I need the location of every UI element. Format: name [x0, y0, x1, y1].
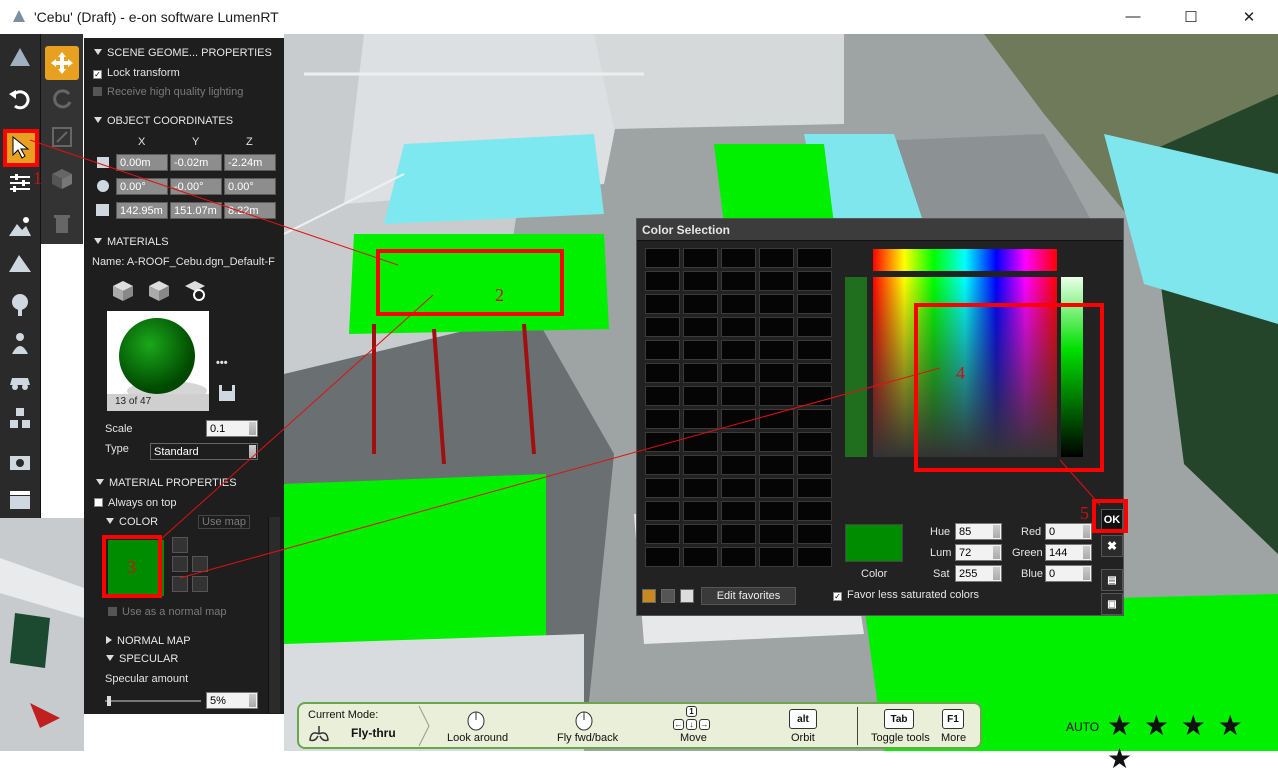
annotation-box-5 [1092, 499, 1128, 533]
auto-quality-label: AUTO [1066, 720, 1100, 734]
arrow-key-down: ↓ [686, 719, 697, 730]
annotation-number-5: 5 [1080, 503, 1089, 523]
toggle-tools-label: Toggle tools [871, 732, 930, 744]
move-label: Move [680, 732, 707, 744]
tab-key: Tab [884, 709, 914, 729]
current-mode-label: Current Mode: [308, 709, 379, 721]
quality-stars[interactable]: ★ ★ ★ ★ ★ [1107, 709, 1278, 775]
arrow-key-left: ← [673, 719, 684, 730]
lungs-icon [309, 726, 329, 742]
look-around-label: Look around [447, 732, 509, 744]
orbit-label: Orbit [791, 732, 815, 744]
fly-fwd-mouse-icon [575, 711, 593, 731]
current-mode[interactable]: Fly-thru [351, 726, 396, 740]
annotation-box-2 [376, 249, 564, 316]
f1-key: F1 [942, 709, 964, 729]
annotation-box-4 [914, 303, 1104, 472]
alt-key: alt [789, 709, 817, 729]
more-label[interactable]: More [941, 732, 966, 744]
nav-divider [857, 707, 858, 745]
annotation-number-3: 3 [127, 557, 136, 577]
annotation-number-1: 1 [33, 168, 42, 188]
arrow-key-right: → [699, 719, 710, 730]
annotation-box-1 [3, 129, 39, 167]
fly-fwd-back-label: Fly fwd/back [557, 732, 619, 744]
arrow-key-up: 1 [686, 706, 697, 717]
look-around-mouse-icon [467, 711, 485, 731]
mode-divider-icon [418, 705, 430, 747]
navigation-help-bar: Current Mode: Fly-thru Look around Fly f… [297, 702, 982, 749]
annotation-number-4: 4 [956, 363, 965, 383]
annotation-number-2: 2 [495, 285, 504, 305]
